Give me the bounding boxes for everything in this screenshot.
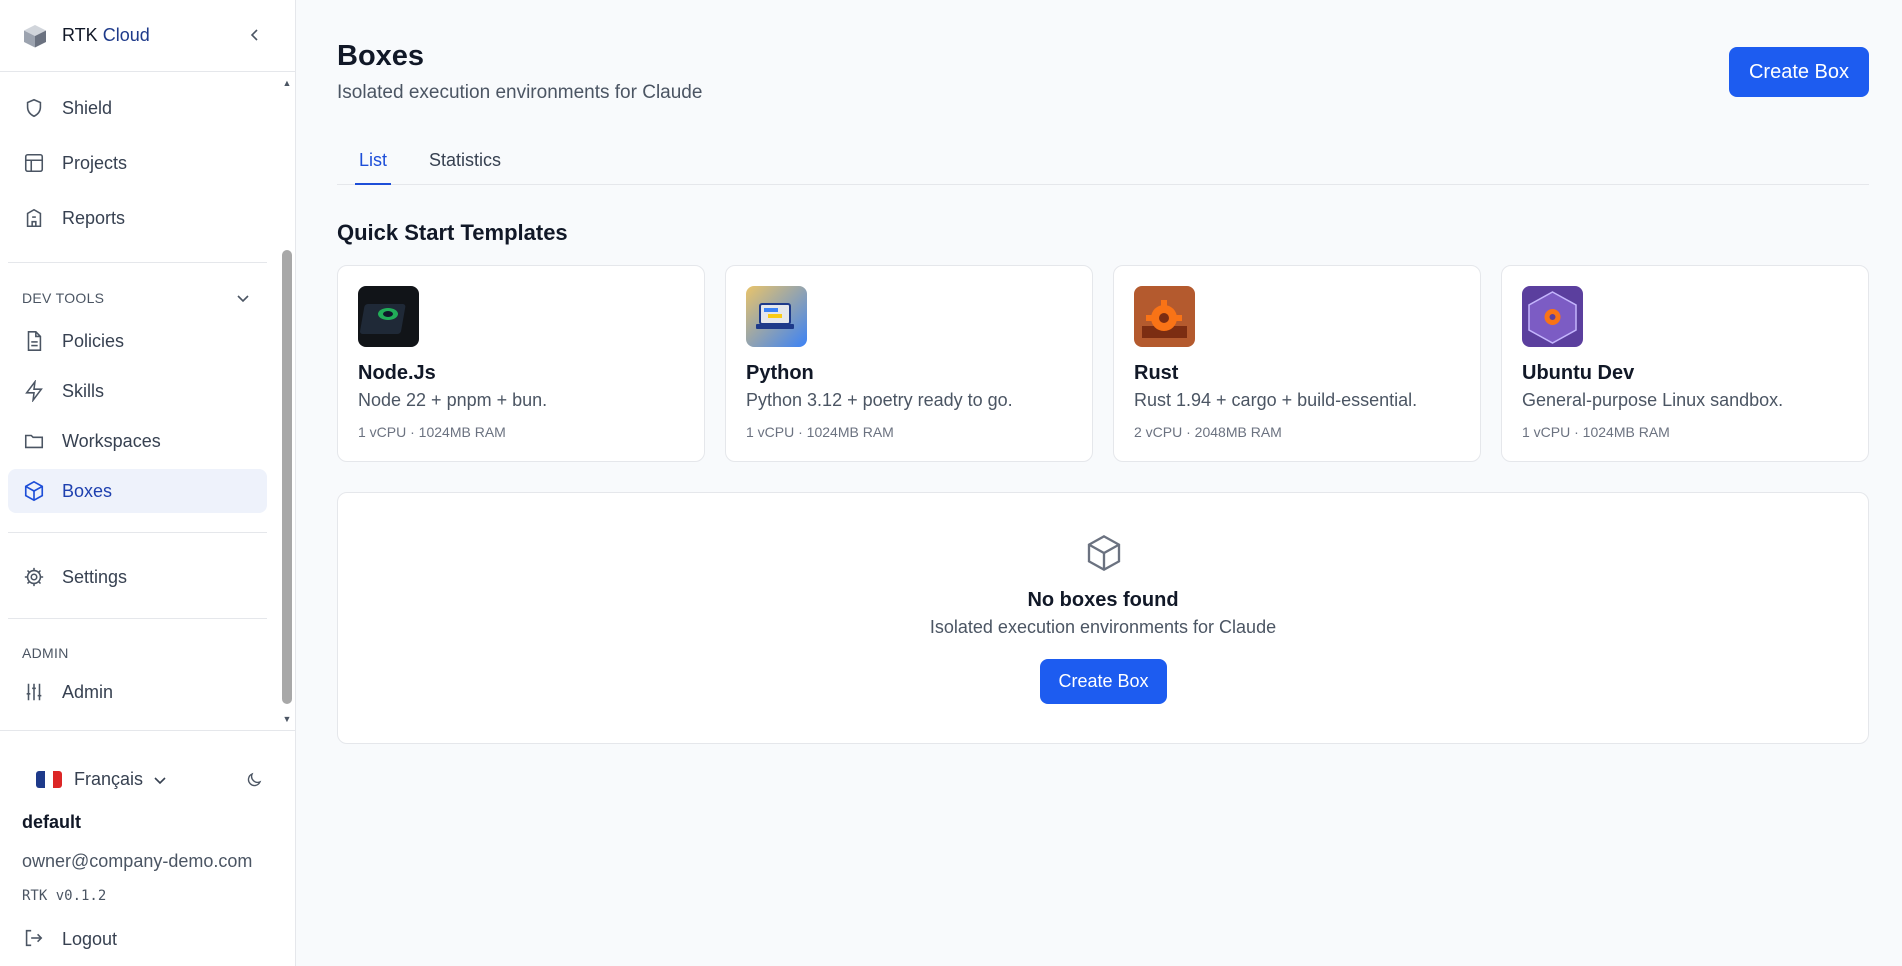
brand-name: RTK Cloud — [62, 25, 150, 46]
gear-icon — [22, 565, 46, 589]
folder-icon — [22, 429, 46, 453]
template-description: Python 3.12 + poetry ready to go. — [746, 390, 1013, 410]
templates-section-title: Quick Start Templates — [337, 220, 568, 245]
sidebar-nav: Shield Projects Reports DEV TOOLS Polici… — [0, 72, 282, 730]
template-description: Node 22 + pnpm + bun. — [358, 390, 548, 410]
chevron-down-icon — [153, 773, 167, 787]
template-specs: 1 vCPU · 1024MB RAM — [746, 424, 894, 440]
sidebar-item-boxes[interactable]: Boxes — [8, 469, 267, 513]
template-name: Python — [746, 362, 814, 384]
empty-state-title: No boxes found — [1027, 589, 1179, 611]
page-title: Boxes — [337, 40, 425, 72]
template-specs: 1 vCPU · 1024MB RAM — [358, 424, 506, 440]
devtools-toggle[interactable] — [234, 289, 252, 307]
template-card-ubuntu-dev[interactable]: Ubuntu Dev General-purpose Linux sandbox… — [1501, 265, 1869, 462]
lightning-icon — [22, 379, 46, 403]
template-description: General-purpose Linux sandbox. — [1522, 390, 1784, 410]
table-icon — [22, 151, 46, 175]
section-label-devtools: DEV TOOLS — [22, 290, 105, 306]
template-name: Ubuntu Dev — [1522, 362, 1635, 384]
python-laptop-icon — [746, 286, 807, 347]
template-specs: 2 vCPU · 2048MB RAM — [1134, 424, 1282, 440]
template-name: Node.Js — [358, 362, 436, 384]
sidebar-divider — [8, 532, 267, 533]
scrollbar-thumb[interactable] — [282, 250, 292, 704]
main-content: Boxes Isolated execution environments fo… — [297, 0, 1902, 966]
account-name: default — [22, 812, 82, 832]
theme-toggle-button[interactable] — [243, 769, 265, 791]
sidebar-item-label: Workspaces — [62, 430, 161, 451]
empty-state-subtitle: Isolated execution environments for Clau… — [929, 617, 1277, 637]
brand-name-part1: RTK — [62, 25, 98, 45]
sidebar-item-policies[interactable]: Policies — [8, 319, 267, 363]
template-specs: 1 vCPU · 1024MB RAM — [1522, 424, 1670, 440]
sidebar-item-settings[interactable]: Settings — [8, 555, 267, 599]
language-label: Français — [74, 769, 144, 789]
france-flag-icon — [36, 771, 62, 788]
sidebar-item-label: Admin — [62, 681, 114, 702]
chevron-down-icon — [237, 295, 249, 303]
sidebar: RTK Cloud Shield Projects Reports DEV TO… — [0, 0, 296, 966]
section-label-admin: ADMIN — [22, 645, 69, 661]
sidebar-item-label: Settings — [62, 566, 128, 587]
sidebar-footer: Français default owner@company-demo.com … — [0, 730, 296, 966]
sidebar-item-skills[interactable]: Skills — [8, 369, 267, 413]
brand-name-part2: Cloud — [102, 25, 150, 45]
scroll-up-arrow-icon[interactable]: ▲ — [282, 78, 292, 88]
logout-label: Logout — [62, 928, 118, 949]
create-box-button[interactable]: Create Box — [1729, 47, 1869, 97]
moon-icon — [247, 772, 262, 787]
logout-icon — [22, 927, 46, 951]
template-card-rust[interactable]: Rust Rust 1.94 + cargo + build-essential… — [1113, 265, 1481, 462]
sidebar-divider — [8, 262, 267, 263]
cube-icon — [22, 479, 46, 503]
sidebar-item-reports[interactable]: Reports — [8, 196, 267, 240]
sidebar-item-label: Projects — [62, 152, 128, 173]
sidebar-item-label: Skills — [62, 380, 105, 401]
template-card-python[interactable]: Python Python 3.12 + poetry ready to go.… — [725, 265, 1093, 462]
tab-list[interactable]: List — [355, 150, 392, 185]
sidebar-item-workspaces[interactable]: Workspaces — [8, 419, 267, 463]
sidebar-item-projects[interactable]: Projects — [8, 141, 267, 185]
logout-button[interactable]: Logout — [22, 927, 117, 951]
rust-gear-icon — [1134, 286, 1195, 347]
scroll-down-arrow-icon[interactable]: ▼ — [282, 714, 292, 724]
sidebar-item-label: Shield — [62, 97, 113, 118]
sliders-icon — [22, 680, 46, 704]
document-icon — [22, 329, 46, 353]
collapse-sidebar-button[interactable] — [244, 24, 266, 46]
app-version: RTK v0.1.2 — [22, 888, 107, 904]
sidebar-item-label: Reports — [62, 207, 126, 228]
sidebar-scrollbar[interactable]: ▲ ▼ — [281, 78, 293, 724]
cube-logo-icon — [22, 23, 48, 49]
sidebar-item-label: Policies — [62, 330, 125, 351]
cube-icon — [1084, 533, 1124, 573]
sidebar-divider — [8, 618, 267, 619]
tab-statistics[interactable]: Statistics — [425, 150, 505, 185]
nodejs-chip-icon — [358, 286, 419, 347]
building-icon — [22, 206, 46, 230]
template-description: Rust 1.94 + cargo + build-essential. — [1134, 390, 1418, 410]
brand-header: RTK Cloud — [0, 0, 296, 72]
create-box-empty-button[interactable]: Create Box — [1040, 659, 1167, 704]
sidebar-item-label: Boxes — [62, 480, 113, 501]
sidebar-item-admin[interactable]: Admin — [8, 670, 267, 714]
template-card-nodejs[interactable]: Node.Js Node 22 + pnpm + bun. 1 vCPU · 1… — [337, 265, 705, 462]
sidebar-item-shield[interactable]: Shield — [8, 86, 267, 130]
tab-bar: List Statistics — [337, 140, 1869, 185]
shield-icon — [22, 96, 46, 120]
empty-state-panel: No boxes found Isolated execution enviro… — [337, 492, 1869, 744]
template-name: Rust — [1134, 362, 1179, 384]
page-subtitle: Isolated execution environments for Clau… — [337, 82, 703, 103]
account-email: owner@company-demo.com — [22, 851, 253, 871]
chevron-left-icon — [250, 29, 258, 41]
language-selector[interactable]: Français — [36, 769, 167, 790]
ubuntu-cube-icon — [1522, 286, 1583, 347]
